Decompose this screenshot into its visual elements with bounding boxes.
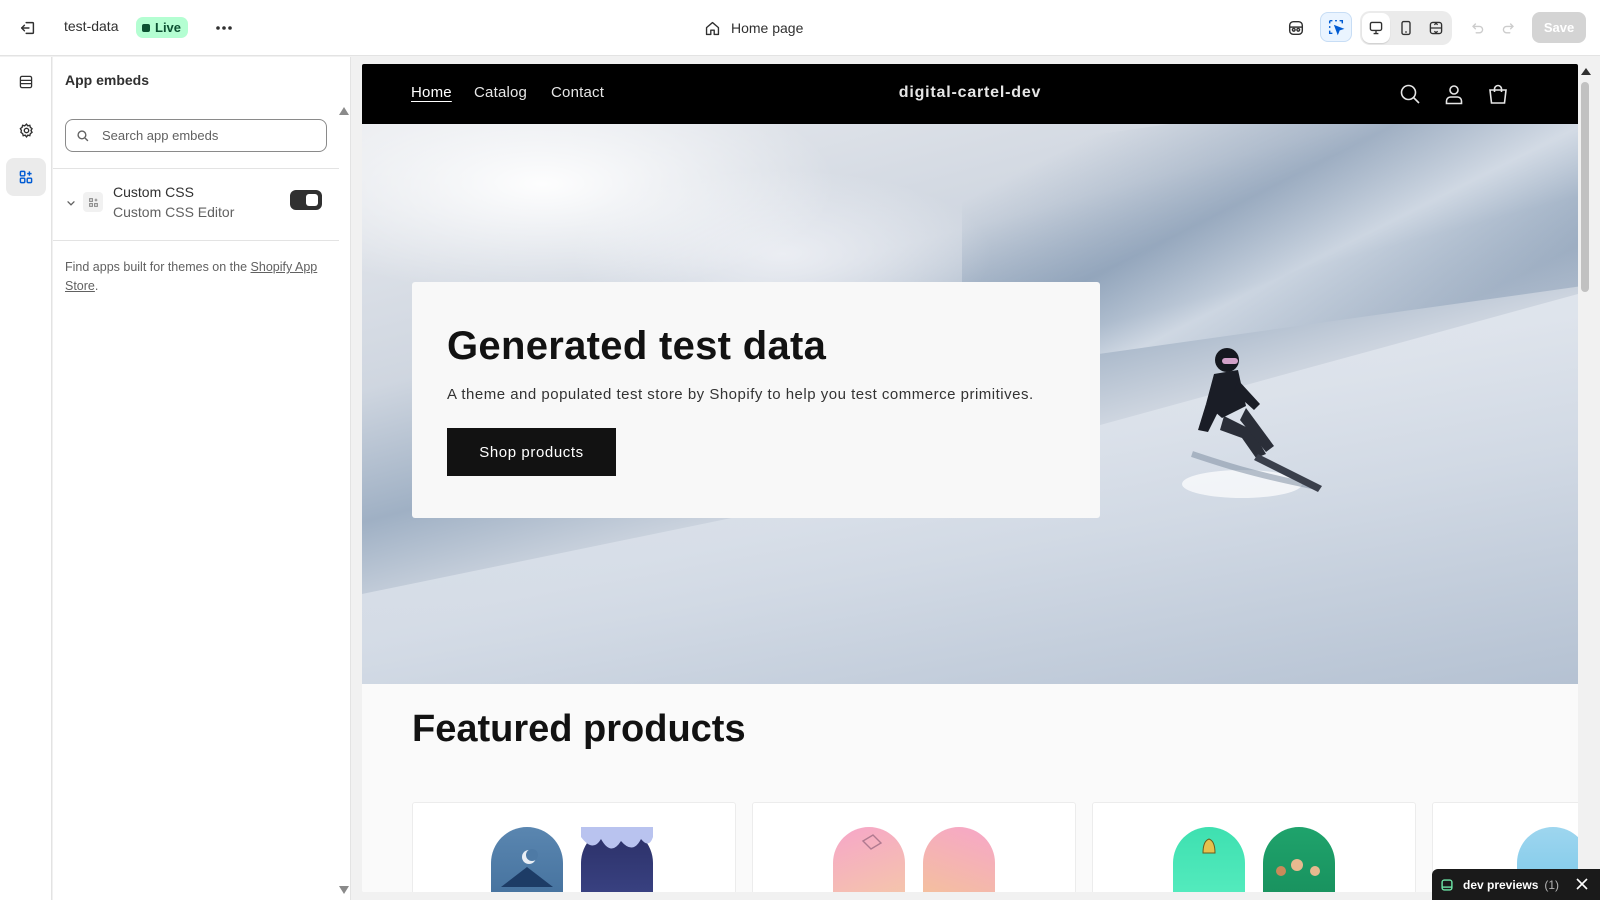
store-search-button[interactable] bbox=[1397, 81, 1423, 107]
search-icon bbox=[1400, 84, 1420, 104]
product-image bbox=[581, 827, 653, 892]
product-card[interactable] bbox=[412, 802, 736, 892]
more-dots-icon bbox=[216, 26, 232, 30]
panel-title: App embeds bbox=[65, 72, 150, 88]
sections-icon bbox=[19, 75, 33, 89]
redo-icon bbox=[1502, 23, 1514, 34]
panel-scroll-up-arrow[interactable] bbox=[339, 107, 349, 115]
inspector-icon bbox=[1288, 20, 1304, 36]
product-card[interactable] bbox=[1092, 802, 1416, 892]
panel-scroll-down-arrow[interactable] bbox=[339, 886, 349, 894]
app-embed-row: Custom CSS Custom CSS Editor bbox=[53, 177, 339, 233]
mobile-view-button[interactable] bbox=[1392, 13, 1420, 43]
current-page-label: Home page bbox=[731, 20, 804, 36]
live-dot-icon bbox=[142, 23, 150, 32]
hero-text-card: Generated test data A theme and populate… bbox=[412, 282, 1100, 518]
exit-icon bbox=[20, 21, 35, 35]
app-block-icon bbox=[83, 192, 103, 212]
editor-topbar: test-data Live Home page Save bbox=[0, 0, 1600, 56]
redo-button[interactable] bbox=[1493, 13, 1525, 43]
page-selector[interactable]: Home page bbox=[696, 13, 811, 43]
search-input[interactable] bbox=[102, 128, 302, 143]
chevron-down-icon[interactable] bbox=[65, 197, 77, 209]
hero-banner: Generated test data A theme and populate… bbox=[362, 124, 1578, 684]
product-image bbox=[1263, 827, 1335, 892]
featured-products-title: Featured products bbox=[412, 708, 746, 750]
desktop-icon bbox=[1369, 21, 1383, 35]
gear-icon bbox=[19, 122, 33, 138]
dev-previews-count: (1) bbox=[1544, 877, 1560, 892]
cart-button[interactable] bbox=[1485, 81, 1511, 107]
hero-title: Generated test data bbox=[447, 324, 827, 368]
dev-previews-label: dev previews bbox=[1463, 877, 1539, 892]
account-button[interactable] bbox=[1441, 81, 1467, 107]
more-actions-button[interactable] bbox=[208, 14, 240, 42]
embed-name: Custom CSS bbox=[113, 184, 194, 200]
desktop-view-button[interactable] bbox=[1362, 13, 1390, 43]
scroll-up-arrow[interactable] bbox=[1581, 68, 1591, 75]
theme-settings-button[interactable] bbox=[6, 111, 46, 149]
fullscreen-icon bbox=[1429, 21, 1443, 35]
fullscreen-view-button[interactable] bbox=[1422, 13, 1450, 43]
cart-icon bbox=[1489, 84, 1507, 104]
product-image bbox=[923, 827, 995, 892]
product-image bbox=[491, 827, 563, 892]
home-icon bbox=[705, 21, 720, 35]
embed-description: Custom CSS Editor bbox=[113, 204, 235, 220]
scroll-thumb[interactable] bbox=[1581, 82, 1589, 292]
store-name[interactable]: digital-cartel-dev bbox=[362, 84, 1578, 102]
exit-editor-button[interactable] bbox=[12, 14, 44, 42]
search-field bbox=[65, 119, 327, 152]
sections-button[interactable] bbox=[6, 63, 46, 101]
shop-products-button[interactable]: Shop products bbox=[447, 428, 616, 476]
status-badge-label: Live bbox=[155, 20, 182, 35]
undo-icon bbox=[1472, 23, 1484, 34]
select-element-button[interactable] bbox=[1320, 12, 1352, 42]
find-apps-note: Find apps built for themes on the Shopif… bbox=[65, 258, 331, 296]
undo-button[interactable] bbox=[1461, 13, 1493, 43]
product-card[interactable] bbox=[752, 802, 1076, 892]
find-apps-end: . bbox=[94, 279, 99, 293]
app-embeds-panel: App embeds Custom CSS Custom CSS Editor … bbox=[53, 57, 351, 900]
divider bbox=[53, 168, 339, 169]
theme-name: test-data bbox=[64, 18, 119, 34]
search-icon bbox=[77, 129, 89, 141]
select-cursor-icon bbox=[1328, 19, 1345, 36]
viewport-toggle-group bbox=[1360, 11, 1452, 45]
hero-subtitle: A theme and populated test store by Shop… bbox=[447, 386, 1034, 403]
toggle-knob bbox=[306, 194, 318, 206]
app-embeds-button[interactable] bbox=[6, 158, 46, 196]
product-image bbox=[833, 827, 905, 892]
account-icon bbox=[1445, 85, 1463, 105]
product-image bbox=[1173, 827, 1245, 892]
apps-icon bbox=[19, 170, 33, 184]
inspector-button[interactable] bbox=[1280, 13, 1312, 43]
mobile-icon bbox=[1401, 20, 1411, 36]
storefront-preview: Home Catalog Contact digital-cartel-dev bbox=[362, 64, 1578, 892]
close-icon[interactable] bbox=[1576, 878, 1588, 890]
snowboarder-illustration bbox=[1182, 348, 1322, 498]
store-header: Home Catalog Contact digital-cartel-dev bbox=[362, 64, 1578, 124]
embed-enabled-toggle[interactable] bbox=[290, 190, 322, 210]
find-apps-text: Find apps built for themes on the bbox=[65, 260, 251, 274]
preview-scrollbar[interactable] bbox=[1578, 64, 1592, 892]
dev-previews-bar[interactable]: dev previews (1) bbox=[1432, 869, 1600, 900]
preview-window-icon bbox=[1441, 878, 1453, 891]
save-button[interactable]: Save bbox=[1532, 12, 1586, 43]
editor-rail bbox=[0, 57, 52, 900]
status-badge: Live bbox=[136, 17, 189, 38]
divider bbox=[53, 240, 339, 241]
